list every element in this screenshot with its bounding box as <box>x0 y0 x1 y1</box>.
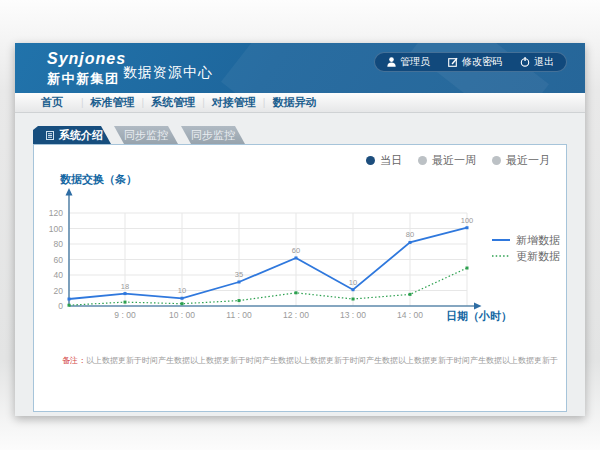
change-password-label: 修改密码 <box>462 55 502 69</box>
svg-text:新增数据: 新增数据 <box>516 234 560 246</box>
current-user-label: 管理员 <box>400 55 430 69</box>
svg-text:100: 100 <box>461 216 474 225</box>
svg-text:11 : 00: 11 : 00 <box>226 310 252 320</box>
period-radio-0[interactable]: 当日 <box>366 153 402 168</box>
radio-dot-icon <box>418 156 427 165</box>
brand-logo-cn: 新中新集团 <box>47 70 126 88</box>
footnote-text: 以上数据更新于时间产生数据以上数据更新于时间产生数据以上数据更新于时间产生数据以… <box>86 356 558 365</box>
svg-text:80: 80 <box>54 239 64 249</box>
change-password-button[interactable]: 修改密码 <box>448 55 502 69</box>
svg-text:100: 100 <box>49 224 63 234</box>
nav-item-2[interactable]: 系统管理 <box>144 95 202 110</box>
tab-bar: 系统介绍 同步监控 同步监控 <box>33 126 245 144</box>
content-panel: 当日 最近一周 最近一月 数据交换（条） 0 20 40 60 80 100 120 9 : 00… <box>33 144 567 412</box>
svg-text:80: 80 <box>406 230 414 239</box>
tab-label: 系统介绍 <box>59 129 103 141</box>
radio-dot-icon <box>492 156 501 165</box>
chart-y-axis-title: 数据交换（条） <box>60 172 137 187</box>
power-icon <box>520 57 530 67</box>
nav-item-4[interactable]: 数据异动 <box>265 95 323 110</box>
main-nav: 首页|标准管理|系统管理|对接管理|数据异动 <box>15 93 585 113</box>
user-toolbar: 管理员 修改密码 退出 <box>374 52 567 72</box>
edit-icon <box>448 57 458 67</box>
content-area: 系统介绍 同步监控 同步监控 当日 最近一周 最近一月 数据交换（条） 0 20 40 60 8… <box>15 114 585 416</box>
nav-item-3[interactable]: 对接管理 <box>205 95 263 110</box>
svg-text:20: 20 <box>54 286 64 296</box>
period-radio-1[interactable]: 最近一周 <box>418 153 476 168</box>
svg-text:10 : 00: 10 : 00 <box>169 310 195 320</box>
app-header: Synjones 新中新集团 数据资源中心 管理员 修改密码 退出 <box>15 43 585 93</box>
svg-text:60: 60 <box>292 246 300 255</box>
tab-0[interactable]: 系统介绍 <box>33 126 111 144</box>
radio-dot-icon <box>366 156 375 165</box>
svg-text:10: 10 <box>349 278 357 287</box>
brand-logo-en: Synjones <box>47 50 126 68</box>
svg-text:40: 40 <box>54 270 64 280</box>
footnote-prefix: 备注： <box>62 356 86 365</box>
page-title: 数据资源中心 <box>123 64 213 82</box>
svg-text:12 : 00: 12 : 00 <box>283 310 309 320</box>
radio-label: 最近一周 <box>432 153 476 168</box>
svg-text:14 : 00: 14 : 00 <box>397 310 423 320</box>
logout-label: 退出 <box>534 55 554 69</box>
svg-text:0: 0 <box>58 301 63 311</box>
tab-label: 同步监控 <box>191 129 235 141</box>
current-user[interactable]: 管理员 <box>387 55 430 69</box>
svg-text:更新数据: 更新数据 <box>516 250 560 262</box>
svg-text:10: 10 <box>178 286 186 295</box>
line-chart: 0 20 40 60 80 100 120 9 : 00 10 : 00 11 : 00 12 : … <box>34 187 568 347</box>
svg-text:60: 60 <box>54 255 64 265</box>
radio-label: 最近一月 <box>506 153 550 168</box>
tab-2[interactable]: 同步监控 <box>181 126 245 144</box>
svg-text:120: 120 <box>49 208 63 218</box>
brand-logo: Synjones 新中新集团 <box>47 50 126 88</box>
radio-label: 当日 <box>380 153 402 168</box>
tab-label: 同步监控 <box>124 129 168 141</box>
svg-text:日期（小时）: 日期（小时） <box>446 310 512 323</box>
period-selector: 当日 最近一周 最近一月 <box>366 153 550 168</box>
svg-text:35: 35 <box>235 270 243 279</box>
document-icon <box>46 127 54 145</box>
svg-text:13 : 00: 13 : 00 <box>340 310 366 320</box>
nav-item-1[interactable]: 标准管理 <box>84 95 142 110</box>
app-window: Synjones 新中新集团 数据资源中心 管理员 修改密码 退出 首页|标 <box>15 43 585 416</box>
user-icon <box>387 57 396 67</box>
footnote: 备注：以上数据更新于时间产生数据以上数据更新于时间产生数据以上数据更新于时间产生… <box>62 355 558 366</box>
svg-text:9 : 00: 9 : 00 <box>114 310 136 320</box>
logout-button[interactable]: 退出 <box>520 55 554 69</box>
tab-1[interactable]: 同步监控 <box>114 126 178 144</box>
svg-text:18: 18 <box>121 282 129 291</box>
nav-item-0[interactable]: 首页 <box>23 95 81 110</box>
period-radio-2[interactable]: 最近一月 <box>492 153 550 168</box>
